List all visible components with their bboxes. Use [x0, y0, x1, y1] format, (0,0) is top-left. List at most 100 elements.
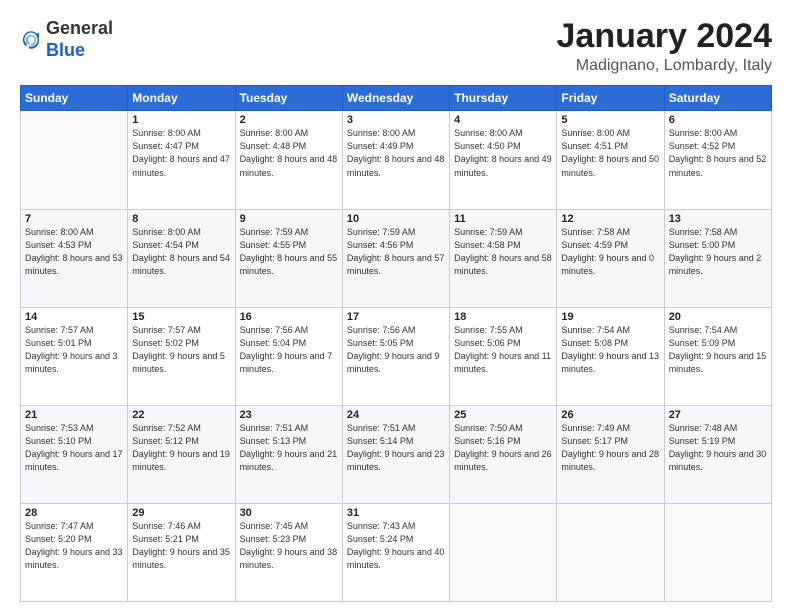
- day-number: 22: [132, 409, 230, 421]
- day-number: 18: [454, 311, 552, 323]
- col-sunday: Sunday: [21, 86, 128, 111]
- sunset-text: Sunset: 5:21 PM: [132, 534, 199, 544]
- table-row: 4 Sunrise: 8:00 AM Sunset: 4:50 PM Dayli…: [450, 111, 557, 209]
- calendar-header-row: Sunday Monday Tuesday Wednesday Thursday…: [21, 86, 772, 111]
- col-thursday: Thursday: [450, 86, 557, 111]
- table-row: 29 Sunrise: 7:46 AM Sunset: 5:21 PM Dayl…: [128, 503, 235, 601]
- day-number: 27: [669, 409, 767, 421]
- sunrise-text: Sunrise: 7:49 AM: [561, 423, 630, 433]
- table-row: 24 Sunrise: 7:51 AM Sunset: 5:14 PM Dayl…: [342, 405, 449, 503]
- sunrise-text: Sunrise: 7:56 AM: [347, 325, 416, 335]
- col-friday: Friday: [557, 86, 664, 111]
- sunset-text: Sunset: 4:51 PM: [561, 141, 628, 151]
- table-row: 27 Sunrise: 7:48 AM Sunset: 5:19 PM Dayl…: [664, 405, 771, 503]
- daylight-text: Daylight: 8 hours and 48 minutes.: [240, 154, 338, 177]
- day-number: 26: [561, 409, 659, 421]
- day-info: Sunrise: 7:59 AM Sunset: 4:55 PM Dayligh…: [240, 226, 338, 278]
- sunset-text: Sunset: 5:19 PM: [669, 436, 736, 446]
- table-row: 3 Sunrise: 8:00 AM Sunset: 4:49 PM Dayli…: [342, 111, 449, 209]
- day-info: Sunrise: 7:58 AM Sunset: 4:59 PM Dayligh…: [561, 226, 659, 278]
- title-block: January 2024 Madignano, Lombardy, Italy: [557, 18, 773, 75]
- logo-icon: [20, 29, 42, 51]
- day-info: Sunrise: 7:55 AM Sunset: 5:06 PM Dayligh…: [454, 324, 552, 376]
- day-info: Sunrise: 7:51 AM Sunset: 5:14 PM Dayligh…: [347, 422, 445, 474]
- day-info: Sunrise: 7:54 AM Sunset: 5:09 PM Dayligh…: [669, 324, 767, 376]
- day-number: 31: [347, 507, 445, 519]
- logo-text: General Blue: [46, 18, 113, 61]
- sunset-text: Sunset: 4:49 PM: [347, 141, 414, 151]
- sunset-text: Sunset: 5:24 PM: [347, 534, 414, 544]
- sunrise-text: Sunrise: 7:47 AM: [25, 521, 94, 531]
- day-number: 19: [561, 311, 659, 323]
- sunrise-text: Sunrise: 7:45 AM: [240, 521, 309, 531]
- day-number: 9: [240, 213, 338, 225]
- sunset-text: Sunset: 4:58 PM: [454, 240, 521, 250]
- calendar-week-4: 21 Sunrise: 7:53 AM Sunset: 5:10 PM Dayl…: [21, 405, 772, 503]
- daylight-text: Daylight: 8 hours and 47 minutes.: [132, 154, 230, 177]
- day-number: 28: [25, 507, 123, 519]
- sunset-text: Sunset: 5:06 PM: [454, 338, 521, 348]
- sunrise-text: Sunrise: 8:00 AM: [669, 128, 738, 138]
- daylight-text: Daylight: 8 hours and 49 minutes.: [454, 154, 552, 177]
- sunset-text: Sunset: 5:12 PM: [132, 436, 199, 446]
- day-info: Sunrise: 7:49 AM Sunset: 5:17 PM Dayligh…: [561, 422, 659, 474]
- day-info: Sunrise: 7:59 AM Sunset: 4:58 PM Dayligh…: [454, 226, 552, 278]
- table-row: 18 Sunrise: 7:55 AM Sunset: 5:06 PM Dayl…: [450, 307, 557, 405]
- daylight-text: Daylight: 8 hours and 48 minutes.: [347, 154, 445, 177]
- table-row: 15 Sunrise: 7:57 AM Sunset: 5:02 PM Dayl…: [128, 307, 235, 405]
- sunrise-text: Sunrise: 8:00 AM: [454, 128, 523, 138]
- sunset-text: Sunset: 5:16 PM: [454, 436, 521, 446]
- sunrise-text: Sunrise: 7:57 AM: [25, 325, 94, 335]
- day-info: Sunrise: 7:52 AM Sunset: 5:12 PM Dayligh…: [132, 422, 230, 474]
- sunset-text: Sunset: 4:54 PM: [132, 240, 199, 250]
- sunrise-text: Sunrise: 7:54 AM: [669, 325, 738, 335]
- sunrise-text: Sunrise: 7:51 AM: [347, 423, 416, 433]
- sunrise-text: Sunrise: 7:59 AM: [347, 227, 416, 237]
- table-row: 6 Sunrise: 8:00 AM Sunset: 4:52 PM Dayli…: [664, 111, 771, 209]
- sunset-text: Sunset: 5:23 PM: [240, 534, 307, 544]
- day-info: Sunrise: 7:56 AM Sunset: 5:05 PM Dayligh…: [347, 324, 445, 376]
- sunset-text: Sunset: 5:20 PM: [25, 534, 92, 544]
- table-row: 12 Sunrise: 7:58 AM Sunset: 4:59 PM Dayl…: [557, 209, 664, 307]
- sunrise-text: Sunrise: 7:59 AM: [454, 227, 523, 237]
- day-info: Sunrise: 8:00 AM Sunset: 4:49 PM Dayligh…: [347, 127, 445, 179]
- daylight-text: Daylight: 9 hours and 0 minutes.: [561, 253, 654, 276]
- day-number: 15: [132, 311, 230, 323]
- sunrise-text: Sunrise: 7:48 AM: [669, 423, 738, 433]
- sunset-text: Sunset: 5:02 PM: [132, 338, 199, 348]
- day-number: 3: [347, 114, 445, 126]
- table-row: [450, 503, 557, 601]
- sunrise-text: Sunrise: 7:57 AM: [132, 325, 201, 335]
- sunrise-text: Sunrise: 7:58 AM: [561, 227, 630, 237]
- daylight-text: Daylight: 9 hours and 2 minutes.: [669, 253, 762, 276]
- calendar-week-3: 14 Sunrise: 7:57 AM Sunset: 5:01 PM Dayl…: [21, 307, 772, 405]
- sunrise-text: Sunrise: 8:00 AM: [132, 227, 201, 237]
- table-row: 22 Sunrise: 7:52 AM Sunset: 5:12 PM Dayl…: [128, 405, 235, 503]
- calendar-week-2: 7 Sunrise: 8:00 AM Sunset: 4:53 PM Dayli…: [21, 209, 772, 307]
- day-number: 12: [561, 213, 659, 225]
- page: General Blue January 2024 Madignano, Lom…: [0, 0, 792, 612]
- sunset-text: Sunset: 4:48 PM: [240, 141, 307, 151]
- day-number: 5: [561, 114, 659, 126]
- day-info: Sunrise: 8:00 AM Sunset: 4:52 PM Dayligh…: [669, 127, 767, 179]
- day-number: 10: [347, 213, 445, 225]
- daylight-text: Daylight: 9 hours and 40 minutes.: [347, 547, 445, 570]
- table-row: 5 Sunrise: 8:00 AM Sunset: 4:51 PM Dayli…: [557, 111, 664, 209]
- sunset-text: Sunset: 4:56 PM: [347, 240, 414, 250]
- table-row: 8 Sunrise: 8:00 AM Sunset: 4:54 PM Dayli…: [128, 209, 235, 307]
- day-info: Sunrise: 7:51 AM Sunset: 5:13 PM Dayligh…: [240, 422, 338, 474]
- daylight-text: Daylight: 8 hours and 57 minutes.: [347, 253, 445, 276]
- table-row: 26 Sunrise: 7:49 AM Sunset: 5:17 PM Dayl…: [557, 405, 664, 503]
- sunrise-text: Sunrise: 7:53 AM: [25, 423, 94, 433]
- table-row: 20 Sunrise: 7:54 AM Sunset: 5:09 PM Dayl…: [664, 307, 771, 405]
- daylight-text: Daylight: 8 hours and 58 minutes.: [454, 253, 552, 276]
- table-row: 19 Sunrise: 7:54 AM Sunset: 5:08 PM Dayl…: [557, 307, 664, 405]
- table-row: 23 Sunrise: 7:51 AM Sunset: 5:13 PM Dayl…: [235, 405, 342, 503]
- sunrise-text: Sunrise: 7:52 AM: [132, 423, 201, 433]
- day-number: 2: [240, 114, 338, 126]
- table-row: 2 Sunrise: 8:00 AM Sunset: 4:48 PM Dayli…: [235, 111, 342, 209]
- table-row: 25 Sunrise: 7:50 AM Sunset: 5:16 PM Dayl…: [450, 405, 557, 503]
- day-info: Sunrise: 7:43 AM Sunset: 5:24 PM Dayligh…: [347, 520, 445, 572]
- calendar-week-5: 28 Sunrise: 7:47 AM Sunset: 5:20 PM Dayl…: [21, 503, 772, 601]
- day-info: Sunrise: 7:50 AM Sunset: 5:16 PM Dayligh…: [454, 422, 552, 474]
